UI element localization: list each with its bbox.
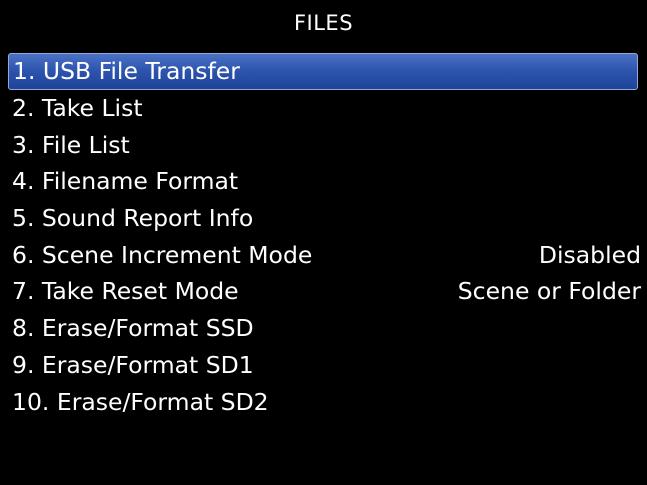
menu-item-erase-format-ssd[interactable]: 8. Erase/Format SSD [0,310,647,347]
menu-item-filename-format[interactable]: 4. Filename Format [0,163,647,200]
take-reset-mode-value: Scene or Folder [457,277,641,306]
menu-item-label: 1. USB File Transfer [13,57,240,86]
menu-item-file-list[interactable]: 3. File List [0,126,647,163]
files-menu-screen: FILES 1. USB File Transfer 2. Take List … [0,0,647,485]
menu-item-scene-increment-mode[interactable]: 6. Scene Increment Mode Disabled [0,236,647,273]
files-menu-list: 1. USB File Transfer 2. Take List 3. Fil… [0,53,647,420]
menu-item-label: 8. Erase/Format SSD [12,314,254,343]
screen-title: FILES [293,11,354,35]
menu-item-label: 5. Sound Report Info [12,204,254,233]
menu-item-label: 2. Take List [12,94,143,123]
menu-item-label: 3. File List [12,130,130,159]
menu-item-label: 10. Erase/Format SD2 [12,387,269,416]
menu-item-take-list[interactable]: 2. Take List [0,90,647,127]
menu-item-label: 9. Erase/Format SD1 [12,350,254,379]
menu-item-erase-format-sd2[interactable]: 10. Erase/Format SD2 [0,383,647,420]
menu-item-usb-file-transfer[interactable]: 1. USB File Transfer [8,53,638,90]
menu-item-label: 6. Scene Increment Mode [12,240,313,269]
menu-item-sound-report-info[interactable]: 5. Sound Report Info [0,200,647,237]
menu-item-label: 7. Take Reset Mode [12,277,239,306]
scene-increment-mode-value: Disabled [538,240,641,269]
menu-item-take-reset-mode[interactable]: 7. Take Reset Mode Scene or Folder [0,273,647,310]
menu-item-label: 4. Filename Format [12,167,239,196]
menu-item-erase-format-sd1[interactable]: 9. Erase/Format SD1 [0,347,647,384]
